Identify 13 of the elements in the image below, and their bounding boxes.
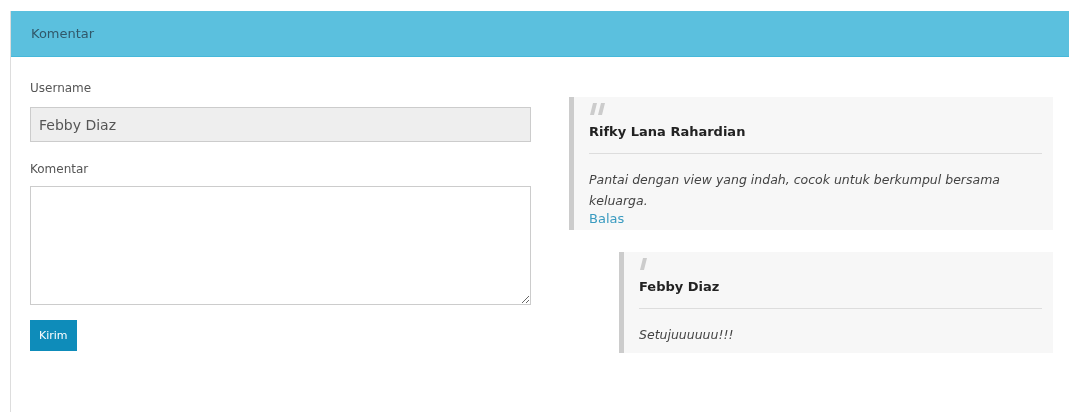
field-label: Komentar [30,162,89,176]
username-field[interactable]: Febby Diaz [30,107,531,142]
comment-author: Febby Diaz [639,279,720,294]
comment-text: Setujuuuuuu!!! [639,326,734,344]
reply-link[interactable]: Balas [589,211,625,226]
quote-icon [589,103,607,115]
comment-field[interactable] [30,186,531,305]
comment-text: Pantai dengan view yang indah, cocok untuk berkumpul bersama keluarga. [589,171,1001,210]
panel-title: Komentar [31,26,95,41]
field-label: Username [30,81,92,95]
comment-author: Rifky Lana Rahardian [589,124,746,139]
quote-icon [639,258,647,270]
submit-button[interactable]: Kirim [30,320,77,351]
